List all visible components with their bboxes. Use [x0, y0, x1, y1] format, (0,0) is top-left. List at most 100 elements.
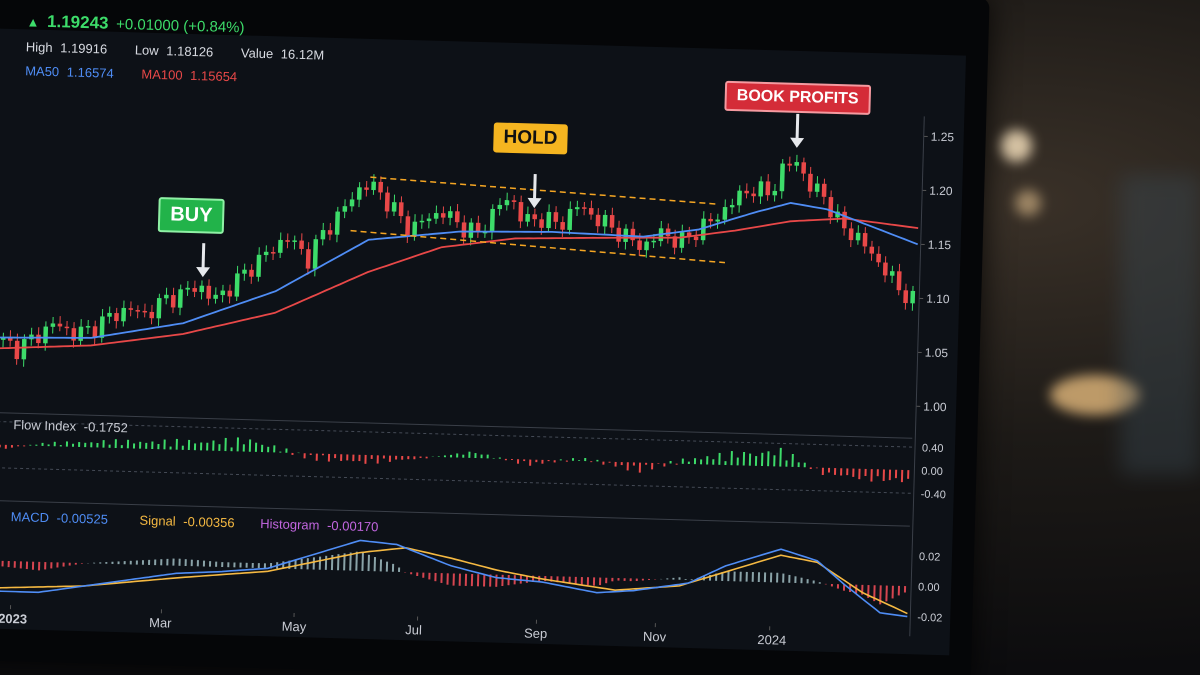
- candle-body: [213, 294, 218, 299]
- candle-body: [869, 246, 875, 254]
- candle-body: [447, 211, 453, 218]
- candle-body: [882, 262, 888, 276]
- candle-body: [440, 213, 446, 218]
- candle-body: [525, 214, 531, 222]
- histogram-value: -0.00170: [326, 517, 379, 535]
- hold-signal-label: HOLD: [493, 122, 568, 155]
- bokeh-light: [1015, 190, 1041, 216]
- time-axis-tick-label: Jul: [405, 622, 422, 637]
- candle-body: [371, 181, 377, 191]
- flow-axis-tick-label: 0.00: [921, 465, 943, 478]
- candle-body: [292, 240, 297, 243]
- candle-body: [419, 220, 425, 223]
- time-axis-tick-label: 2023: [0, 611, 27, 627]
- candle-body: [889, 271, 895, 276]
- candle-body: [305, 249, 311, 269]
- candle-body: [270, 251, 276, 254]
- up-arrow-icon: ▲: [26, 14, 40, 30]
- candle-body: [327, 230, 333, 235]
- candle-body: [504, 200, 510, 206]
- candle-body: [729, 205, 735, 208]
- flow-bar: [779, 447, 782, 467]
- chart-surface: [0, 28, 966, 656]
- candle-body: [637, 240, 642, 251]
- scene-background: 1.25 1.20 1.15 1.10 1.05 1.00 0.40 0.00 -0.40 0.0…: [0, 0, 1200, 675]
- candle-body: [841, 211, 847, 229]
- flow-index-value: -0.1752: [83, 419, 129, 436]
- macd-axis-tick-label: 0.02: [919, 551, 941, 564]
- low-value: 1.18126: [166, 43, 214, 60]
- candle-body: [511, 200, 517, 202]
- candle-body: [715, 219, 720, 222]
- candle-body: [814, 183, 820, 192]
- signal-arrow-shaft: [201, 243, 206, 270]
- bokeh-window: [1120, 175, 1200, 475]
- histogram-label: Histogram: [260, 516, 320, 533]
- candle-body: [679, 232, 685, 248]
- price-axis-tick-label: 1.25: [931, 130, 955, 145]
- candle-body: [560, 222, 565, 230]
- candle-body: [896, 271, 902, 291]
- candle-body: [651, 240, 657, 243]
- candle-body: [454, 211, 460, 223]
- time-axis-tick-label: Sep: [524, 625, 548, 641]
- candle-body: [57, 323, 63, 327]
- candle-body: [751, 193, 756, 197]
- candle-body: [433, 212, 439, 219]
- flow-index-label: Flow Index: [13, 417, 77, 434]
- candle-body: [263, 251, 269, 256]
- candle-body: [468, 222, 474, 238]
- candle-body: [170, 294, 176, 308]
- signal-arrow-shaft: [795, 113, 800, 140]
- candle-body: [242, 269, 247, 274]
- candle-body: [848, 228, 854, 241]
- candle-body: [807, 173, 813, 192]
- candle-body: [665, 228, 671, 237]
- candle-body: [744, 190, 749, 194]
- candle-body: [128, 308, 134, 310]
- candle-body: [192, 287, 198, 292]
- candle-body: [220, 290, 226, 296]
- signal-arrow-shaft: [532, 174, 537, 201]
- flow-axis-tick-label: 0.40: [922, 442, 944, 455]
- candle-body: [602, 214, 608, 227]
- candle-body: [391, 202, 397, 212]
- ma100-value: 1.15654: [189, 67, 238, 85]
- candle-body: [227, 290, 233, 297]
- candle-body: [497, 204, 503, 210]
- candle-body: [177, 289, 183, 308]
- candle-body: [595, 214, 601, 227]
- candle-body: [199, 285, 205, 293]
- candle-body: [320, 229, 326, 240]
- candle-body: [164, 294, 169, 299]
- candle-body: [581, 207, 587, 209]
- candle-body: [736, 190, 742, 206]
- candle-body: [426, 218, 432, 222]
- candle-body: [546, 211, 552, 229]
- candle-body: [21, 339, 27, 360]
- price-axis-tick-label: 1.20: [929, 184, 953, 199]
- candle-body: [574, 207, 580, 210]
- candle-body: [334, 211, 340, 235]
- candle-body: [532, 214, 538, 220]
- candle-body: [779, 163, 785, 192]
- candle-body: [249, 269, 254, 277]
- candle-body: [412, 221, 418, 237]
- signal-label: Signal: [139, 512, 176, 529]
- macd-value: -0.00525: [56, 510, 109, 527]
- price-axis-tick-label: 1.15: [928, 238, 952, 253]
- macd-axis-tick-label: 0.00: [918, 581, 940, 594]
- ma50-value: 1.16574: [66, 64, 114, 81]
- candle-body: [758, 181, 764, 197]
- flow-axis-tick-label: -0.40: [921, 489, 946, 502]
- book-profits-signal-label: BOOK PROFITS: [724, 80, 871, 115]
- candle-body: [277, 239, 283, 253]
- candle-body: [107, 312, 112, 317]
- candle-body: [518, 202, 524, 222]
- time-axis-tick-label: Nov: [643, 629, 667, 645]
- candle-body: [64, 326, 70, 329]
- time-axis-tick-label: May: [282, 619, 307, 635]
- candle-body: [398, 202, 404, 217]
- candle-body: [765, 181, 771, 196]
- candle-body: [609, 215, 615, 228]
